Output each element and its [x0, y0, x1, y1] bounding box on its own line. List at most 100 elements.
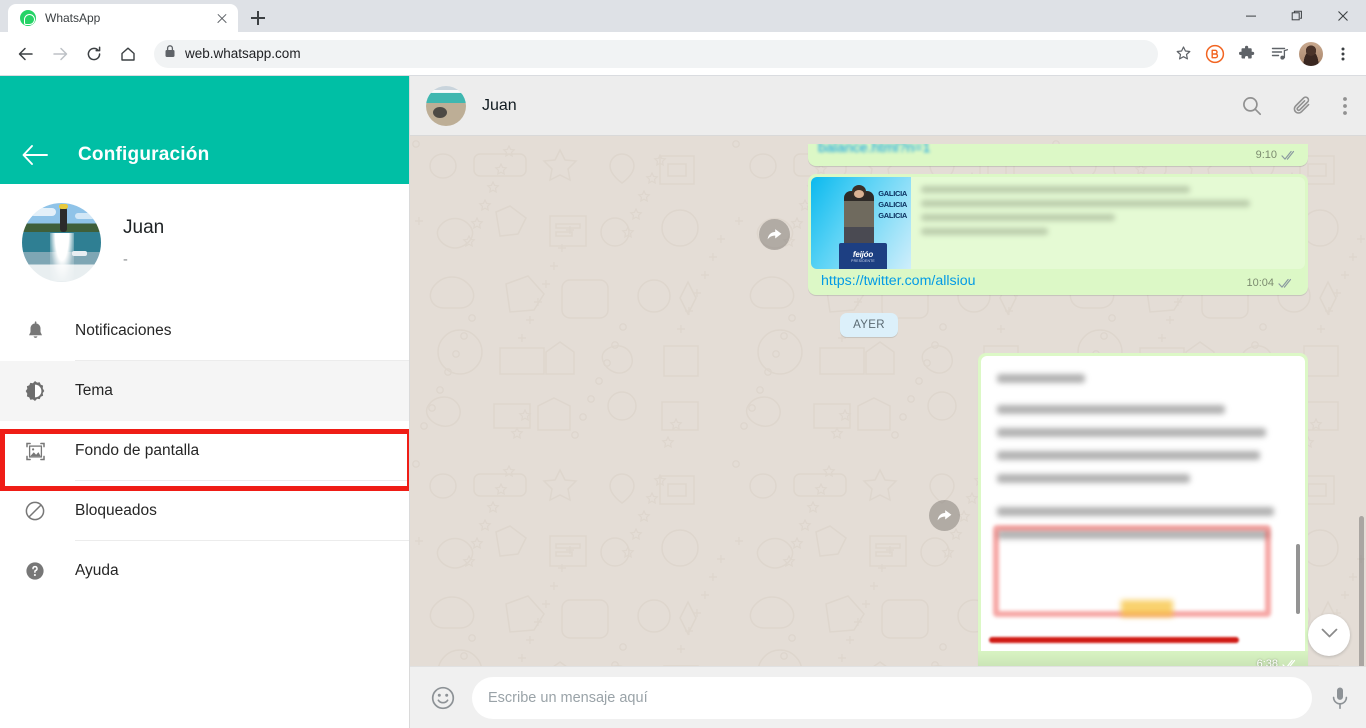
- double-check-icon: [1281, 150, 1298, 161]
- extensions-puzzle-icon[interactable]: [1232, 39, 1262, 69]
- message-bubble-link-preview: GALICIA GALICIA GALICIA feijóo PRESIDENTE: [808, 174, 1308, 295]
- message-row: balance.html?n=1 9:10: [430, 144, 1308, 166]
- back-arrow-icon[interactable]: [10, 38, 42, 70]
- message-input[interactable]: [472, 676, 1312, 719]
- scroll-to-bottom-button[interactable]: [1308, 614, 1350, 656]
- new-tab-button[interactable]: [244, 4, 272, 32]
- settings-header: Configuración: [0, 76, 409, 184]
- message-time: 9:10: [1255, 149, 1277, 161]
- url-text: web.whatsapp.com: [185, 46, 301, 61]
- link-preview-thumbnail: GALICIA GALICIA GALICIA feijóo PRESIDENTE: [811, 177, 911, 269]
- date-divider-label: AYER: [840, 313, 898, 337]
- message-row: 6:38: [430, 353, 1308, 666]
- browser-tab[interactable]: WhatsApp: [8, 4, 238, 32]
- emoji-smiley-icon[interactable]: [430, 685, 456, 711]
- home-icon[interactable]: [112, 38, 144, 70]
- kebab-menu-icon[interactable]: [1342, 95, 1348, 117]
- sidebar-item-label: Bloqueados: [75, 481, 409, 541]
- message-list: balance.html?n=1 9:10 GALICIA GALICIA GA…: [410, 136, 1366, 666]
- bell-icon: [22, 320, 48, 342]
- link-preview-card[interactable]: GALICIA GALICIA GALICIA feijóo PRESIDENTE: [811, 177, 1305, 269]
- message-link-text[interactable]: balance.html?n=1: [818, 144, 930, 156]
- image-yellow-highlight: [1121, 600, 1173, 617]
- chat-pane: Juan balance.html?n=1 9:10 GALICIA GALIC…: [410, 76, 1366, 728]
- message-link-text[interactable]: https://twitter.com/allsiou: [821, 273, 976, 289]
- reading-list-icon[interactable]: [1264, 39, 1294, 69]
- date-divider: AYER: [430, 313, 1308, 337]
- message-bubble-image: 6:38: [978, 353, 1308, 666]
- contrast-icon: [22, 380, 48, 402]
- help-circle-icon: [22, 561, 48, 581]
- close-window-button[interactable]: [1320, 0, 1366, 32]
- avatar: [1299, 41, 1323, 66]
- message-time: 10:04: [1246, 277, 1274, 289]
- sidebar-item-ayuda[interactable]: Ayuda: [0, 541, 409, 601]
- message-time: 6:38: [1256, 658, 1278, 666]
- podium-sub: PRESIDENTE: [851, 258, 875, 263]
- contact-avatar-beach-icon[interactable]: [426, 85, 466, 126]
- profile-name: Juan: [123, 217, 165, 238]
- blocked-icon: [22, 500, 48, 522]
- microphone-icon[interactable]: [1328, 685, 1352, 711]
- image-scrollbar[interactable]: [1296, 544, 1300, 614]
- message-meta: 6:38: [978, 651, 1308, 666]
- message-image-blurred[interactable]: [981, 356, 1305, 651]
- chat-contact-name[interactable]: Juan: [482, 97, 1225, 115]
- chat-header: Juan: [410, 76, 1366, 136]
- sidebar-item-tema[interactable]: Tema: [0, 361, 409, 421]
- profile-meta: Juan -: [123, 217, 164, 268]
- browser-toolbar: web.whatsapp.com: [0, 32, 1366, 76]
- wallpaper-image-icon: [22, 441, 48, 462]
- bookmark-star-icon[interactable]: [1168, 39, 1198, 69]
- whatsapp-app: Configuración Juan - Notificaciones Tema…: [0, 76, 1366, 728]
- link-preview-text-blurred: [911, 177, 1305, 269]
- message-composer: [410, 666, 1366, 728]
- settings-profile-row[interactable]: Juan -: [0, 184, 409, 301]
- settings-back-arrow-icon[interactable]: [22, 144, 48, 166]
- extension-honey-icon[interactable]: [1200, 39, 1230, 69]
- message-meta: 9:10: [1256, 149, 1298, 161]
- address-bar[interactable]: web.whatsapp.com: [154, 39, 1158, 68]
- forward-icon[interactable]: [759, 219, 790, 250]
- message-row: GALICIA GALICIA GALICIA feijóo PRESIDENTE: [430, 174, 1308, 295]
- sidebar-item-label: Notificaciones: [75, 301, 409, 361]
- profile-status: -: [123, 252, 128, 268]
- padlock-icon: [164, 44, 176, 63]
- thumbnail-galicia-text: GALICIA GALICIA GALICIA: [878, 189, 907, 220]
- browser-tab-bar: WhatsApp: [0, 0, 1366, 32]
- search-icon[interactable]: [1241, 95, 1263, 117]
- profile-avatar-flyboard-icon[interactable]: [22, 203, 101, 282]
- maximize-button[interactable]: [1274, 0, 1320, 32]
- whatsapp-favicon-icon: [20, 10, 36, 26]
- paperclip-icon[interactable]: [1291, 94, 1314, 117]
- reload-icon[interactable]: [78, 38, 110, 70]
- tab-title: WhatsApp: [45, 11, 101, 25]
- settings-menu-list: Notificaciones Tema Fondo de pantalla Bl…: [0, 301, 409, 601]
- sidebar-item-notificaciones[interactable]: Notificaciones: [0, 301, 409, 361]
- minimize-button[interactable]: [1228, 0, 1274, 32]
- image-red-underline: [989, 637, 1239, 643]
- sidebar-item-bloqueados[interactable]: Bloqueados: [0, 481, 409, 541]
- settings-title: Configuración: [78, 144, 210, 165]
- chrome-menu-icon[interactable]: [1328, 39, 1358, 69]
- sidebar-item-label: Ayuda: [75, 562, 119, 579]
- image-text-lines: [981, 356, 1305, 539]
- window-controls: [1228, 0, 1366, 32]
- sidebar-item-label: Fondo de pantalla: [75, 421, 409, 481]
- sidebar-item-fondo-de-pantalla[interactable]: Fondo de pantalla: [0, 421, 409, 481]
- tab-close-icon[interactable]: [214, 10, 230, 26]
- message-bubble-outgoing: balance.html?n=1 9:10: [808, 144, 1308, 166]
- chevron-down-icon: [1321, 626, 1338, 644]
- message-meta: 10:04: [1246, 277, 1295, 289]
- podium-sign: feijóo PRESIDENTE: [839, 243, 887, 269]
- double-check-icon: [1282, 659, 1299, 666]
- forward-icon[interactable]: [929, 499, 960, 531]
- chat-scrollbar[interactable]: [1359, 516, 1364, 666]
- profile-avatar-icon[interactable]: [1296, 39, 1326, 69]
- sidebar-item-label: Tema: [75, 382, 113, 399]
- podium-label: feijóo: [852, 249, 874, 259]
- chat-message-area: balance.html?n=1 9:10 GALICIA GALICIA GA…: [410, 136, 1366, 666]
- forward-arrow-icon[interactable]: [44, 38, 76, 70]
- chat-header-icons: [1241, 94, 1348, 117]
- double-check-icon: [1278, 278, 1295, 289]
